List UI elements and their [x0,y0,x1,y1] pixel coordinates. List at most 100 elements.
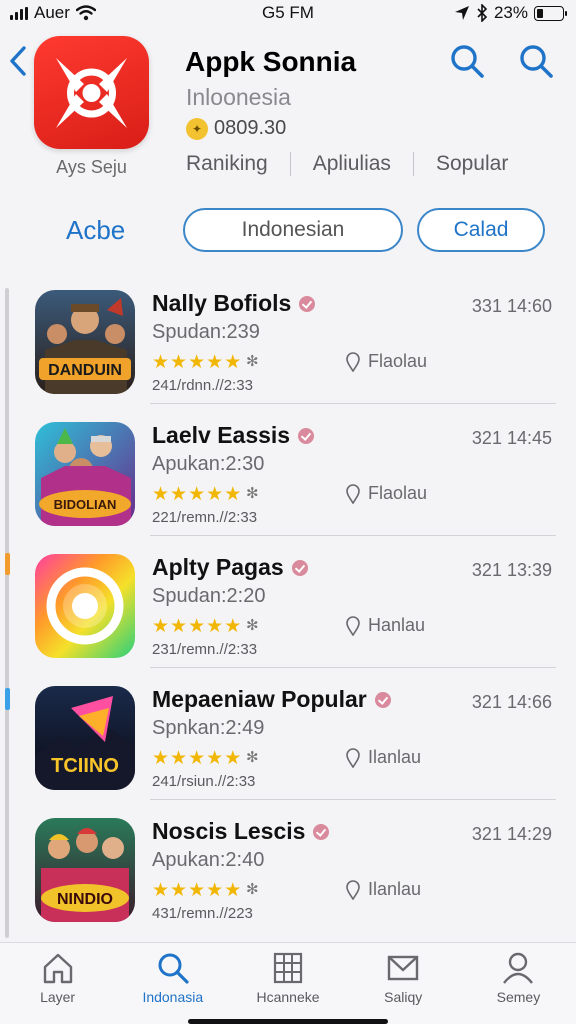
game-icon-heroes: BIDOLIAN [35,422,135,526]
bottom-tab-bar: Layer Indonasia Hcanneke Saliqy Semey [0,942,576,1024]
tab-indonasia[interactable]: Indonasia [115,943,230,1024]
search-icon[interactable] [517,42,555,80]
grid-icon [273,952,303,984]
bluetooth-icon: ✻ [246,617,259,634]
item-time: 321 13:39 [471,560,552,580]
home-indicator [188,1019,388,1024]
location-pin-icon [346,747,360,768]
item-time: 321 14:29 [471,824,552,844]
item-location: Hanlau [346,615,425,636]
tcuno-icon: TCIINO [35,686,135,790]
filter-label[interactable]: Acbe [66,215,125,246]
location-pin-icon [346,879,360,900]
item-subtitle: Apukan:2:40 [152,849,265,871]
list-item[interactable]: BIDOLIAN Laelv Eassis 321 14:45 Apukan:2… [20,404,556,536]
rainbow-ring-icon [35,554,135,658]
item-time: 321 14:45 [471,428,552,448]
bluetooth-icon [477,4,488,22]
person-icon [503,952,534,984]
home-icon [43,953,72,984]
list-item[interactable]: Aplty Pagas 321 13:39 Spudan:2:20 ★ ★ ★ ★ ★ … [20,536,556,668]
star-rating: ★ ★ ★ ★ ★ [152,616,242,637]
star-rating: ★ ★ ★ ★ ★ [152,748,242,769]
tab-apliulias[interactable]: Apliulias [313,152,391,176]
item-time: 331 14:60 [471,296,552,316]
tab-layer[interactable]: Layer [0,943,115,1024]
verified-badge-icon [298,427,315,444]
app-list: DANDUIN Nally Bofiols 331 14:60 Spudan:2… [20,272,556,932]
item-location: Flaolau [346,351,427,372]
search-icon [158,953,189,984]
bluetooth-icon: ✻ [246,749,259,766]
svg-text:TCIINO: TCIINO [51,755,119,777]
tab-sopular[interactable]: Sopular [436,152,508,176]
star-rating: ★ ★ ★ ★ ★ [152,484,242,505]
status-right: 23% [454,3,567,23]
list-item[interactable]: TCIINO Mepaeniaw Popular 321 14:66 Spnka… [20,668,556,800]
app-icon-caption: Ays Seju [56,157,127,177]
app-subtitle: Inloonesia [186,84,291,110]
star-rating: ★ ★ ★ ★ ★ [152,880,242,901]
item-location: Flaolau [346,483,427,504]
svg-text:BIDOLIAN: BIDOLIAN [54,497,117,512]
battery-icon [534,5,567,21]
scroll-marker [5,688,10,710]
tab-hcanneke[interactable]: Hcanneke [230,943,345,1024]
list-scrollbar[interactable] [5,288,9,938]
language-pill[interactable]: Indonesian [183,208,403,252]
location-arrow-icon [454,6,469,20]
verified-badge-icon [291,559,308,576]
battery-level [537,8,543,18]
item-meta: 221/remn.//2:33 [152,509,258,526]
item-location: Ilanlau [346,879,421,900]
mail-icon [388,955,419,981]
item-subtitle: Spudan:2:20 [152,585,266,607]
tab-saliqy[interactable]: Saliqy [346,943,461,1024]
item-meta: 231/remn.//2:33 [152,641,258,658]
app-title: Appk Sonnia [185,46,357,77]
bluetooth-icon: ✻ [246,353,259,370]
game-icon-fighters: DANDUIN [35,290,135,394]
item-subtitle: Spnkan:2:49 [152,717,265,739]
tab-divider [289,152,291,176]
category-tabs: Raniking Apliulias Sopular [186,152,558,176]
app-icon[interactable] [34,36,149,149]
tab-semey[interactable]: Semey [461,943,576,1024]
list-item[interactable]: DANDUIN Nally Bofiols 331 14:60 Spudan:2… [20,272,556,404]
coin-icon: ✦ [186,117,208,140]
item-title: Aplty Pagas [152,554,308,581]
verified-badge-icon [299,295,316,312]
location-pin-icon [346,483,360,504]
search-icon[interactable] [448,42,486,80]
bluetooth-icon: ✻ [246,881,259,898]
calad-pill[interactable]: Calad [417,208,545,252]
verified-badge-icon [313,823,330,840]
tab-divider [412,152,414,176]
item-subtitle: Spudan:239 [152,321,260,343]
item-meta: 431/remn.//223 [152,905,253,922]
scroll-marker [5,553,10,575]
back-chevron-icon[interactable] [6,44,30,78]
item-title: Nally Bofiols [152,290,316,317]
item-meta: 241/rdnn.//2:33 [152,377,253,394]
battery-percent: 23% [493,3,528,22]
svg-text:NINDIO: NINDIO [57,891,113,908]
verified-badge-icon [374,691,391,708]
item-meta: 241/rsiun.//2:33 [152,773,256,790]
location-pin-icon [346,615,360,636]
app-rating: ✦ 0809.30 [186,117,286,140]
rating-value: 0809.30 [214,117,287,139]
app-logo-icon [56,58,127,128]
item-subtitle: Apukan:2:30 [152,453,265,475]
location-pin-icon [346,351,360,372]
item-title: Mepaeniaw Popular [152,686,391,713]
game-icon-party: NINDIO [35,818,135,922]
bluetooth-icon: ✻ [246,485,259,502]
tab-ranking[interactable]: Raniking [186,152,268,176]
star-rating: ★ ★ ★ ★ ★ [152,352,242,373]
item-time: 321 14:66 [471,692,552,712]
item-title: Noscis Lescis [152,818,330,845]
item-title: Laelv Eassis [152,422,315,449]
list-item[interactable]: NINDIO Noscis Lescis 321 14:29 Apukan:2:… [20,800,556,932]
item-location: Ilanlau [346,747,421,768]
